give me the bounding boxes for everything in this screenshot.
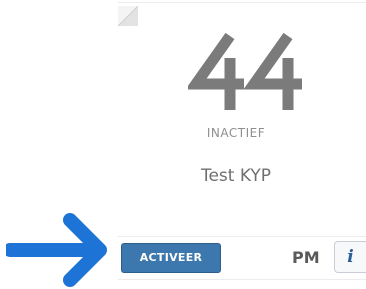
info-button[interactable]: i [334,241,366,273]
card-top-divider [118,2,366,3]
activate-button[interactable]: ACTIVEER [121,243,221,273]
card-actions: ACTIVEER PM i [118,236,366,280]
actions-bottom-divider [118,279,366,280]
campaign-card: INACTIEF Test KYP ACTIVEER PM i [118,0,366,289]
status-label: INACTIEF [206,126,266,140]
arrow-right-icon [6,213,107,287]
actions-top-divider [118,236,366,237]
campaign-name: Test KYP [200,166,272,186]
info-icon: i [347,247,354,267]
corner-fold-icon [118,6,138,26]
number-44-logo [188,32,302,110]
screen: INACTIEF Test KYP ACTIVEER PM i [0,0,366,289]
pm-label: PM [292,248,320,267]
